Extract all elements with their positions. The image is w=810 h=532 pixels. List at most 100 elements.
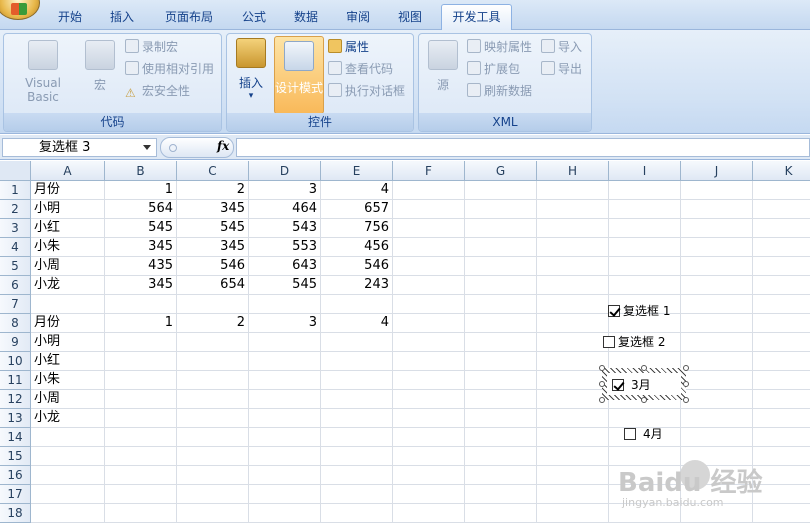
cell[interactable] (177, 504, 249, 523)
cell[interactable] (393, 390, 465, 409)
tab-formulas[interactable]: 公式 (232, 7, 276, 29)
cell[interactable] (681, 181, 753, 200)
cell[interactable] (393, 409, 465, 428)
select-all-corner[interactable] (0, 161, 31, 181)
cell[interactable] (465, 238, 537, 257)
cell[interactable] (681, 371, 753, 390)
cell[interactable] (249, 504, 321, 523)
row-header[interactable]: 6 (0, 276, 31, 295)
expand-icon[interactable] (169, 144, 177, 152)
cell[interactable] (537, 447, 609, 466)
cell[interactable] (537, 466, 609, 485)
cell[interactable] (393, 428, 465, 447)
cell[interactable]: 545 (177, 219, 249, 238)
row-header[interactable]: 17 (0, 485, 31, 504)
cell[interactable]: 小朱 (31, 238, 105, 257)
cell[interactable] (609, 238, 681, 257)
checkbox-2[interactable]: 复选框 2 (603, 334, 665, 350)
resize-handle-icon[interactable] (683, 397, 689, 403)
checkbox-1-box[interactable] (608, 305, 620, 317)
cell[interactable] (393, 314, 465, 333)
column-header[interactable]: C (177, 161, 249, 181)
expansion-packs-button[interactable]: 扩展包 (467, 59, 520, 79)
cell[interactable] (465, 390, 537, 409)
cell[interactable] (465, 466, 537, 485)
cell[interactable] (105, 447, 177, 466)
cell[interactable] (537, 219, 609, 238)
cell[interactable] (753, 276, 810, 295)
cell[interactable] (105, 333, 177, 352)
checkbox-3-box[interactable] (612, 379, 624, 391)
cell[interactable] (465, 428, 537, 447)
cell[interactable] (465, 485, 537, 504)
cell[interactable] (609, 276, 681, 295)
cell[interactable]: 小明 (31, 200, 105, 219)
cell[interactable] (681, 200, 753, 219)
office-button[interactable] (0, 0, 40, 20)
properties-button[interactable]: 属性 (328, 37, 369, 57)
cell[interactable] (393, 333, 465, 352)
cell[interactable] (465, 219, 537, 238)
cell[interactable]: 435 (105, 257, 177, 276)
resize-handle-icon[interactable] (641, 397, 647, 403)
cell[interactable]: 545 (105, 219, 177, 238)
resize-handle-icon[interactable] (599, 397, 605, 403)
tab-data[interactable]: 数据 (284, 7, 328, 29)
cell[interactable] (537, 276, 609, 295)
cell[interactable] (537, 200, 609, 219)
cell[interactable]: 小周 (31, 390, 105, 409)
cell[interactable] (753, 371, 810, 390)
cell[interactable]: 756 (321, 219, 393, 238)
cell[interactable] (249, 390, 321, 409)
cell[interactable] (465, 371, 537, 390)
cell[interactable] (177, 333, 249, 352)
column-header[interactable]: A (31, 161, 105, 181)
cell[interactable]: 月份 (31, 314, 105, 333)
cell[interactable] (177, 390, 249, 409)
cell[interactable]: 464 (249, 200, 321, 219)
cell[interactable] (393, 447, 465, 466)
cell[interactable] (31, 504, 105, 523)
cell[interactable]: 345 (105, 238, 177, 257)
cell[interactable]: 564 (105, 200, 177, 219)
cell[interactable] (537, 409, 609, 428)
cell[interactable] (177, 295, 249, 314)
tab-view[interactable]: 视图 (388, 7, 432, 29)
cell[interactable] (249, 371, 321, 390)
cell[interactable] (753, 200, 810, 219)
cell[interactable]: 小朱 (31, 371, 105, 390)
cell[interactable] (465, 181, 537, 200)
cell[interactable] (249, 447, 321, 466)
source-button[interactable]: 源 (425, 40, 461, 93)
cell[interactable]: 3 (249, 181, 321, 200)
cell[interactable] (321, 466, 393, 485)
cell[interactable] (681, 276, 753, 295)
cell[interactable]: 4 (321, 181, 393, 200)
checkbox-4[interactable]: 4月 (624, 426, 663, 442)
cell[interactable] (177, 371, 249, 390)
row-header[interactable]: 12 (0, 390, 31, 409)
row-header[interactable]: 14 (0, 428, 31, 447)
cell[interactable] (465, 333, 537, 352)
run-dialog-button[interactable]: 执行对话框 (328, 81, 405, 101)
cell[interactable] (321, 504, 393, 523)
cell[interactable] (681, 409, 753, 428)
name-box[interactable]: 复选框 3 (2, 138, 157, 157)
cell[interactable] (321, 428, 393, 447)
cell[interactable] (753, 314, 810, 333)
cell[interactable] (537, 181, 609, 200)
cell[interactable] (393, 276, 465, 295)
cell[interactable] (537, 238, 609, 257)
row-header[interactable]: 13 (0, 409, 31, 428)
cell[interactable] (609, 181, 681, 200)
resize-handle-icon[interactable] (599, 381, 605, 387)
map-properties-button[interactable]: 映射属性 (467, 37, 532, 57)
cell[interactable] (249, 352, 321, 371)
macros-button[interactable]: 宏 (82, 40, 118, 93)
cell[interactable] (537, 257, 609, 276)
cell[interactable] (249, 466, 321, 485)
cell[interactable]: 553 (249, 238, 321, 257)
cell[interactable] (681, 352, 753, 371)
tab-home[interactable]: 开始 (48, 7, 92, 29)
cell[interactable]: 543 (249, 219, 321, 238)
